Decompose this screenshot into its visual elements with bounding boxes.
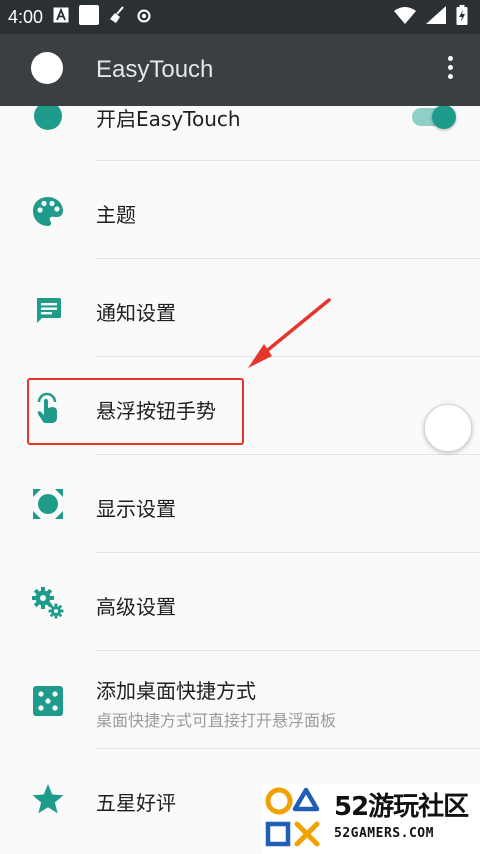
setting-display[interactable]: 显示设置 [0, 455, 480, 552]
setting-enable-easytouch[interactable]: 开启EasyTouch [0, 106, 480, 160]
wifi-icon [394, 6, 416, 28]
setting-notifications[interactable]: 通知设置 [0, 259, 480, 356]
status-time: 4:00 [8, 6, 44, 27]
battery-icon [456, 5, 468, 29]
status-bar: 4:00 [0, 0, 480, 34]
setting-label: 五星好评 [96, 791, 176, 815]
setting-add-shortcut[interactable]: 添加桌面快捷方式 桌面快捷方式可直接打开悬浮面板 [0, 651, 480, 748]
setting-label: 开启EasyTouch [96, 107, 241, 131]
setting-label: 显示设置 [96, 497, 176, 521]
a-notification-icon [53, 7, 69, 27]
star-icon [30, 781, 66, 817]
toggle-dot-icon [30, 106, 66, 134]
app-bar: EasyTouch [0, 34, 480, 106]
setting-advanced[interactable]: 高级设置 [0, 553, 480, 650]
square-notification-icon [79, 5, 100, 29]
signal-icon [426, 6, 446, 28]
setting-label: 高级设置 [96, 595, 176, 619]
setting-label: 主题 [96, 203, 136, 227]
broom-icon [109, 6, 127, 28]
floating-touch-button[interactable] [424, 404, 472, 452]
watermark-name: 52游玩社区 [334, 792, 469, 822]
setting-label: 通知设置 [96, 301, 176, 325]
highlight-box [27, 378, 244, 445]
watermark-site: 52GAMERS.COM [334, 826, 434, 841]
setting-theme[interactable]: 主题 [0, 161, 480, 258]
record-icon [137, 8, 151, 27]
gears-icon [30, 585, 66, 621]
more-vert-icon[interactable] [440, 56, 460, 84]
dice-icon [30, 683, 66, 719]
setting-label: 添加桌面快捷方式 [96, 679, 256, 703]
message-icon [30, 292, 66, 328]
enable-toggle-thumb[interactable] [432, 106, 456, 129]
palette-icon [30, 194, 66, 230]
display-icon [30, 486, 66, 522]
app-title: EasyTouch [96, 56, 214, 83]
setting-sublabel: 桌面快捷方式可直接打开悬浮面板 [96, 711, 337, 730]
settings-list: 开启EasyTouch 主题 通知设置 悬浮按钮手势 显示设置 高级设置 添加桌… [0, 106, 480, 854]
watermark-logo-icon [265, 787, 320, 847]
watermark: 52游玩社区 52GAMERS.COM [262, 784, 480, 854]
app-logo-icon [31, 52, 63, 84]
